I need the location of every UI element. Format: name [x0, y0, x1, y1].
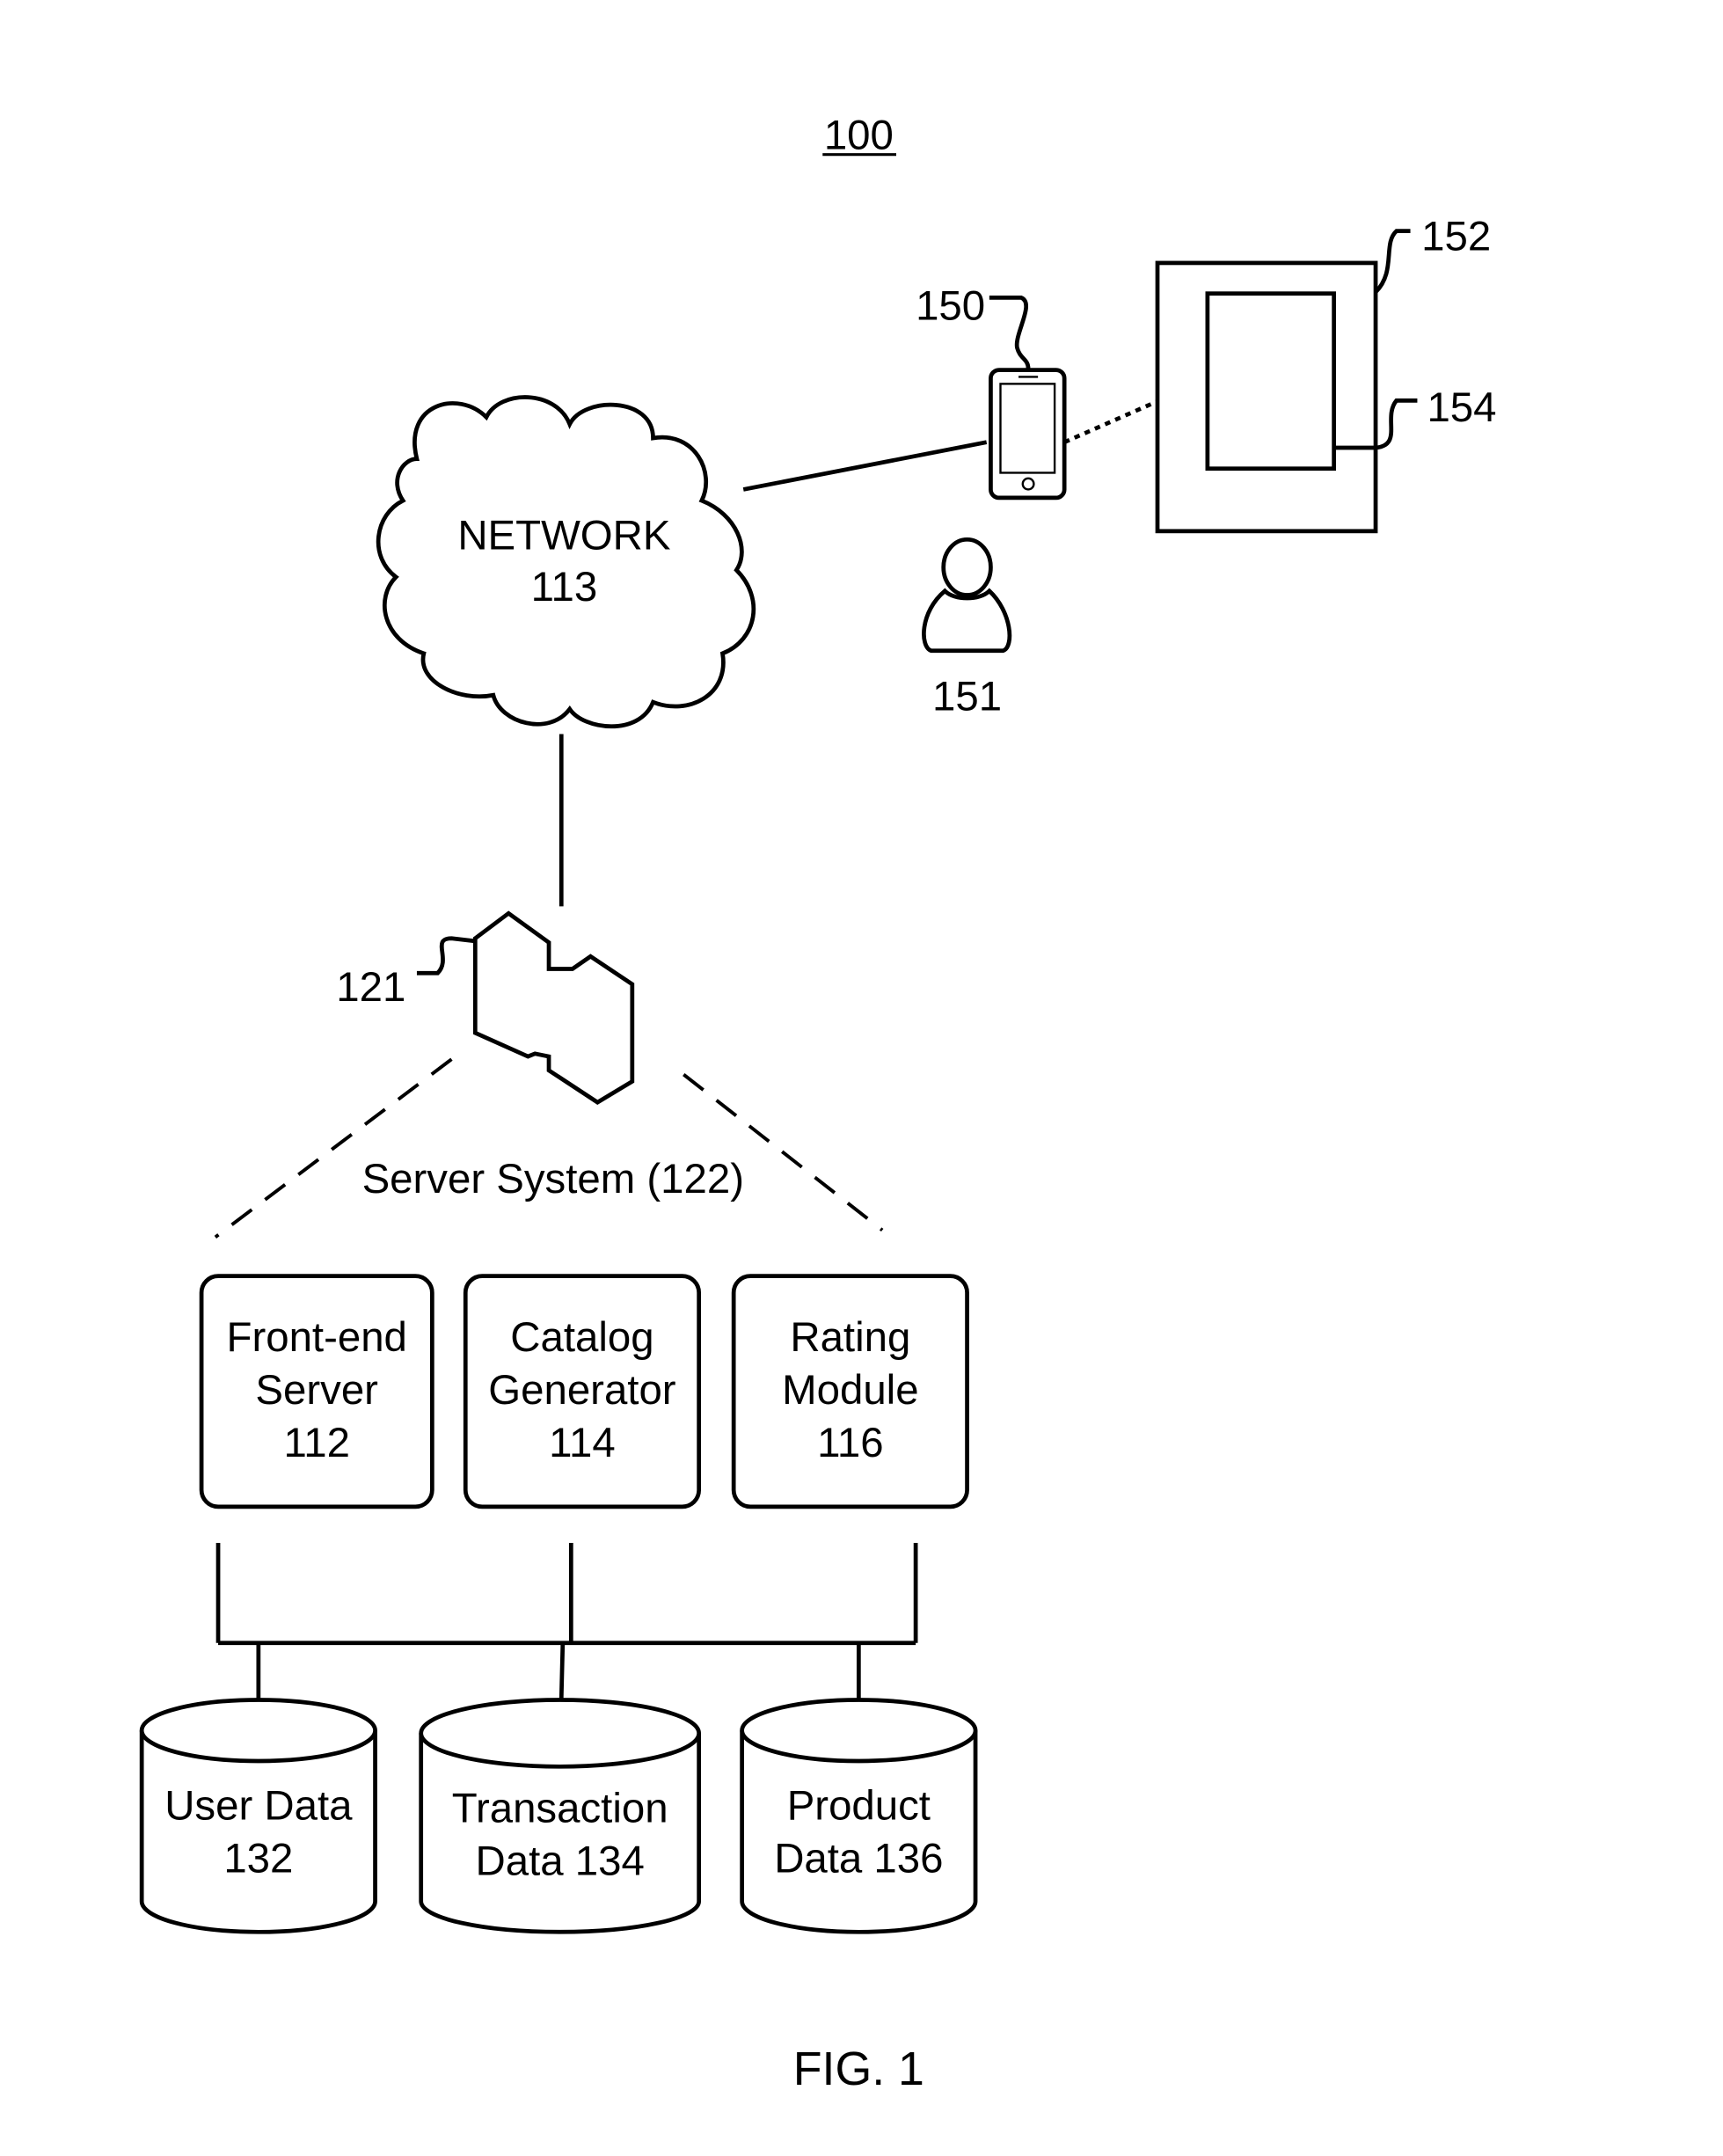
svg-text:Rating: Rating [790, 1314, 910, 1361]
display-leader [1374, 229, 1411, 294]
svg-text:Data 134: Data 134 [476, 1838, 645, 1885]
phone-ref: 150 [916, 283, 985, 330]
svg-text:Catalog: Catalog [510, 1314, 653, 1361]
svg-text:Server: Server [255, 1367, 378, 1414]
network-ref: 113 [531, 564, 598, 610]
screen-ref: 154 [1427, 384, 1496, 431]
svg-text:Module: Module [782, 1367, 918, 1414]
user-ref: 151 [932, 674, 1002, 720]
network-cloud-icon [376, 395, 756, 729]
phone-display-link [1063, 399, 1157, 444]
svg-text:112: 112 [283, 1420, 350, 1466]
svg-text:132: 132 [223, 1835, 293, 1882]
phone-leader [989, 296, 1031, 369]
smartphone-icon [989, 368, 1067, 501]
server-icon [472, 910, 635, 1105]
svg-text:Data 136: Data 136 [774, 1835, 943, 1882]
bus-connectors [215, 1542, 918, 1699]
svg-text:Generator: Generator [488, 1367, 675, 1414]
person-icon [922, 537, 1012, 654]
svg-text:User Data: User Data [164, 1782, 353, 1829]
expansion-line-right [683, 1072, 884, 1232]
figure-number: 100 [824, 112, 894, 158]
svg-text:Transaction: Transaction [452, 1786, 668, 1832]
display-ref: 152 [1421, 214, 1491, 260]
display-screen [1205, 291, 1337, 471]
system-diagram: 100 NETWORK 113 150 152 154 151 121 Serv… [139, 112, 1497, 2095]
svg-text:Product: Product [787, 1782, 931, 1829]
svg-text:114: 114 [549, 1420, 616, 1466]
database-product-data: Product Data 136 [740, 1698, 978, 1934]
database-transaction-data: Transaction Data 134 [419, 1698, 702, 1934]
figure-caption: FIG. 1 [793, 2043, 924, 2095]
server-ref: 121 [336, 964, 405, 1011]
database-user-data: User Data 132 [139, 1698, 377, 1934]
svg-text:Front-end: Front-end [227, 1314, 407, 1361]
server-system-label: Server System (122) [362, 1156, 744, 1202]
module-catalog-generator: Catalog Generator 114 [463, 1274, 702, 1509]
svg-text:116: 116 [817, 1420, 884, 1466]
network-phone-link [742, 440, 988, 492]
expansion-line-left [214, 1057, 453, 1239]
server-leader [416, 936, 476, 976]
network-label: NETWORK [457, 512, 671, 559]
module-front-end-server: Front-end Server 112 [199, 1274, 434, 1509]
module-rating-module: Rating Module 116 [731, 1274, 969, 1509]
